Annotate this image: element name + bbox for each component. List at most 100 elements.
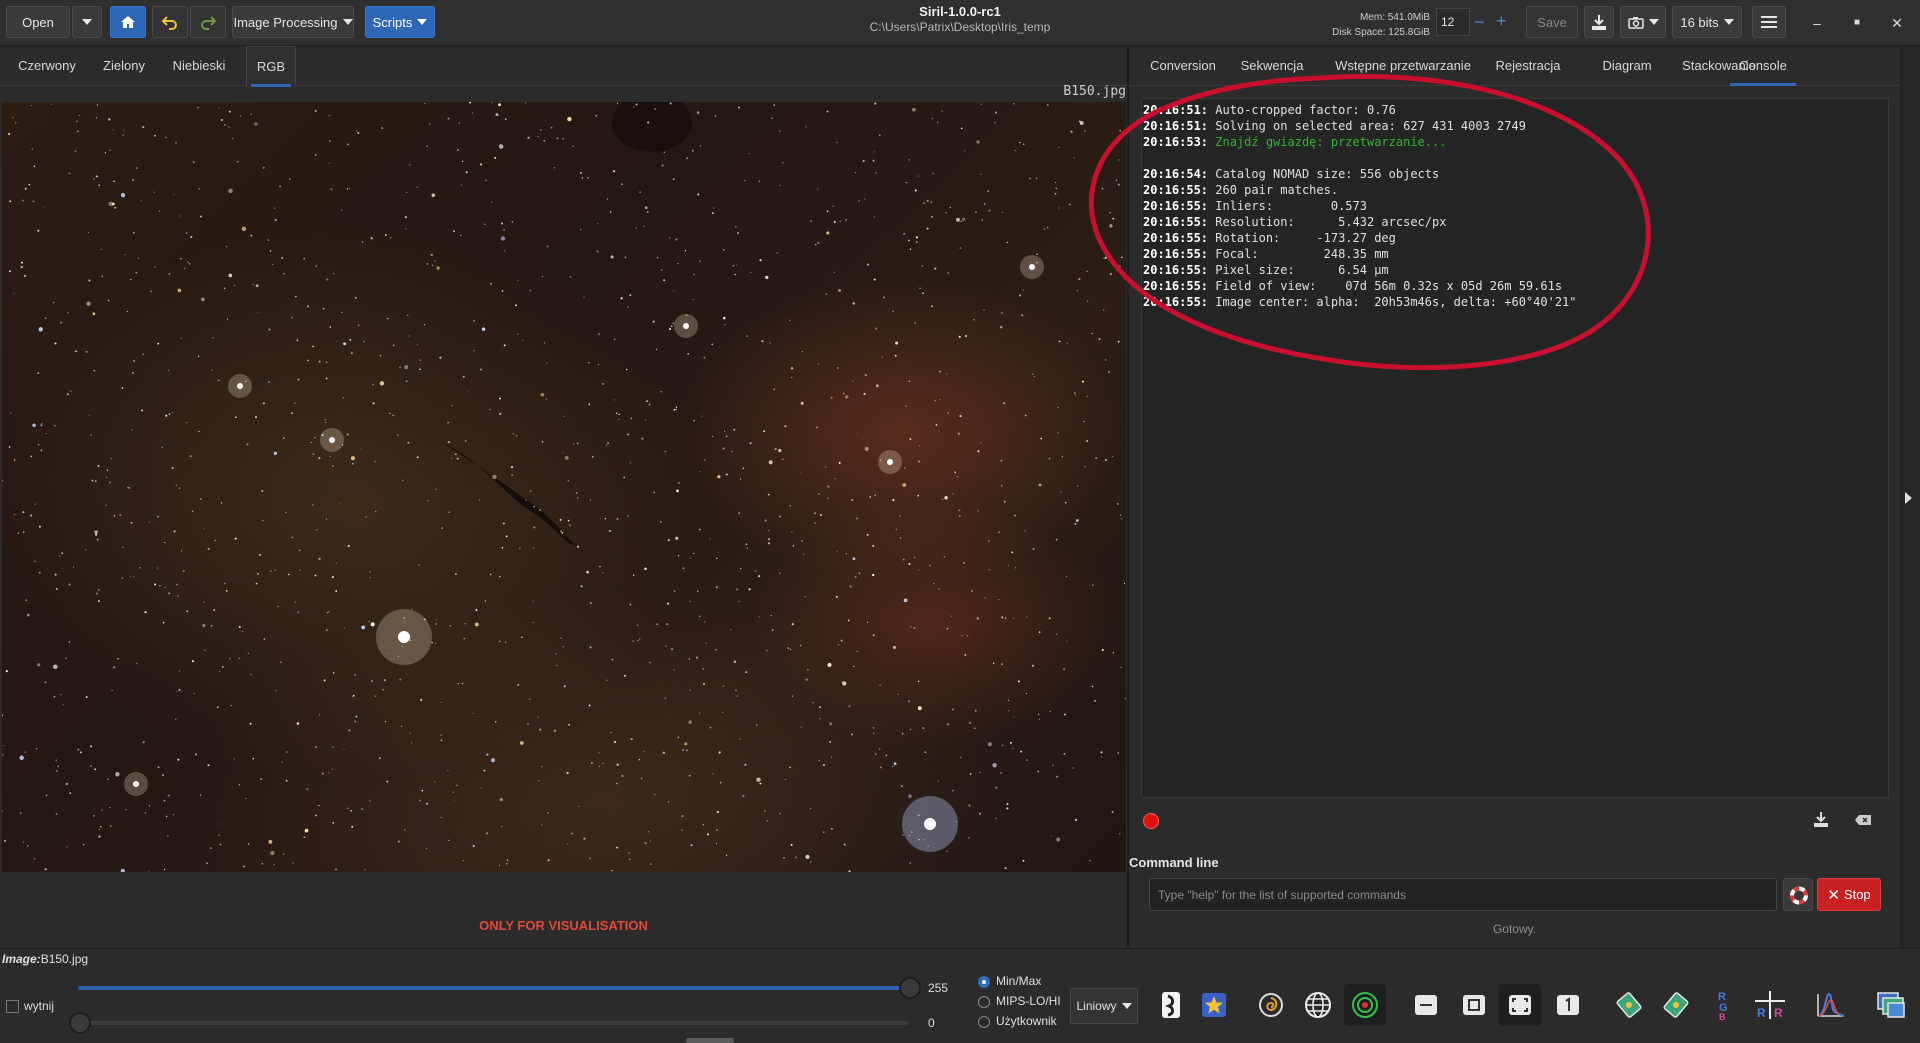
star: [108, 201, 113, 206]
image-processing-menu-button[interactable]: Image Processing: [232, 6, 354, 38]
star: [572, 443, 575, 445]
rotate-left-button[interactable]: [1608, 984, 1650, 1026]
star: [198, 187, 201, 190]
star: [637, 639, 639, 642]
histogram-button[interactable]: [1810, 984, 1852, 1026]
negative-view-button[interactable]: [1150, 984, 1192, 1026]
star: [54, 342, 57, 345]
photometry-button[interactable]: [1250, 984, 1292, 1026]
star: [112, 129, 114, 131]
stop-button[interactable]: ✕ Stop: [1817, 878, 1881, 911]
star: [144, 812, 147, 814]
decrement-icon[interactable]: −: [1474, 13, 1485, 31]
tab-blue-channel[interactable]: Niebieski: [162, 46, 236, 86]
collapse-panel-arrow-icon[interactable]: [1905, 492, 1912, 504]
star: [167, 834, 169, 837]
image-list-button[interactable]: [1870, 984, 1912, 1026]
star: [19, 755, 24, 761]
star: [922, 727, 925, 730]
star: [297, 611, 300, 614]
low-slider-track[interactable]: [78, 1021, 908, 1025]
star: [616, 102, 619, 104]
radio-min-max[interactable]: [978, 976, 990, 988]
maximize-window-icon[interactable]: ■: [1844, 10, 1870, 36]
star: [203, 601, 205, 603]
rotate-right-button[interactable]: [1655, 984, 1697, 1026]
star: [852, 302, 855, 305]
star: [23, 531, 25, 533]
radio-mips-lo-hi[interactable]: [978, 996, 990, 1008]
radio-user[interactable]: [978, 1016, 990, 1028]
star: [13, 513, 16, 516]
star: [1055, 182, 1057, 184]
star: [625, 368, 628, 371]
increment-icon[interactable]: +: [1496, 12, 1507, 30]
star: [374, 695, 377, 697]
snapshot-button[interactable]: [1620, 6, 1666, 38]
fit-to-window-button[interactable]: [1453, 984, 1495, 1026]
main-menu-button[interactable]: [1752, 6, 1786, 38]
bit-depth-selector[interactable]: 16 bits: [1672, 6, 1742, 38]
threads-spin-value[interactable]: 12: [1436, 8, 1470, 36]
star: [855, 172, 857, 174]
star: [832, 205, 834, 207]
star: [314, 746, 318, 749]
clear-log-icon[interactable]: [1853, 811, 1873, 831]
zoom-one-button[interactable]: [1547, 984, 1589, 1026]
star: [684, 250, 687, 252]
record-indicator-icon[interactable]: [1143, 813, 1159, 829]
close-window-icon[interactable]: ✕: [1884, 10, 1910, 36]
redo-button[interactable]: [190, 6, 226, 38]
image-canvas[interactable]: [2, 102, 1126, 872]
star: [1093, 699, 1097, 702]
tab-console[interactable]: Console: [1730, 46, 1796, 86]
star: [670, 325, 673, 328]
recent-files-dropdown-button[interactable]: [72, 6, 102, 38]
minimize-window-icon[interactable]: –: [1804, 10, 1830, 36]
star: [864, 198, 866, 200]
open-button[interactable]: Open: [6, 6, 70, 38]
star: [350, 809, 353, 812]
annotate-objects-button[interactable]: [1344, 984, 1386, 1026]
rgb-align-button[interactable]: RGB: [1702, 984, 1744, 1026]
star-detection-button[interactable]: [1193, 984, 1235, 1026]
split-channels-button[interactable]: RR: [1749, 984, 1791, 1026]
high-slider-track[interactable]: [78, 986, 908, 990]
star: [177, 595, 179, 597]
star: [273, 451, 278, 456]
zoom-to-fit-button[interactable]: [1499, 984, 1541, 1026]
scripts-menu-button[interactable]: Scripts: [365, 6, 435, 38]
low-slider-knob[interactable]: [69, 1012, 91, 1034]
undo-button[interactable]: [152, 6, 188, 38]
command-input[interactable]: [1149, 878, 1777, 911]
tab-green-channel[interactable]: Zielony: [92, 46, 156, 86]
high-slider-knob[interactable]: [899, 977, 921, 999]
star: [156, 567, 159, 569]
home-button[interactable]: [110, 6, 146, 38]
bottom-scroll-handle[interactable]: [686, 1038, 734, 1043]
save-button[interactable]: Save: [1526, 6, 1578, 38]
save-as-button[interactable]: [1584, 6, 1614, 38]
astrometry-button[interactable]: [1297, 984, 1339, 1026]
save-log-icon[interactable]: [1811, 811, 1831, 831]
star: [140, 200, 142, 202]
tab-rgb-channel[interactable]: RGB: [246, 46, 296, 87]
chevron-down-icon: [342, 19, 353, 25]
help-button[interactable]: [1783, 878, 1813, 911]
zoom-out-button[interactable]: [1405, 984, 1447, 1026]
crop-checkbox[interactable]: [6, 1000, 19, 1013]
star: [332, 272, 335, 275]
star: [724, 430, 726, 432]
star: [1019, 141, 1021, 144]
star: [883, 296, 886, 299]
tab-red-channel[interactable]: Czerwony: [8, 46, 86, 86]
star: [541, 441, 544, 443]
star: [178, 487, 181, 490]
star: [1117, 751, 1120, 754]
star: [483, 223, 486, 225]
star: [1061, 456, 1063, 458]
star: [1070, 130, 1073, 133]
display-mode-select[interactable]: Liniowy: [1070, 988, 1138, 1024]
star: [1010, 741, 1012, 744]
star: [817, 241, 820, 244]
